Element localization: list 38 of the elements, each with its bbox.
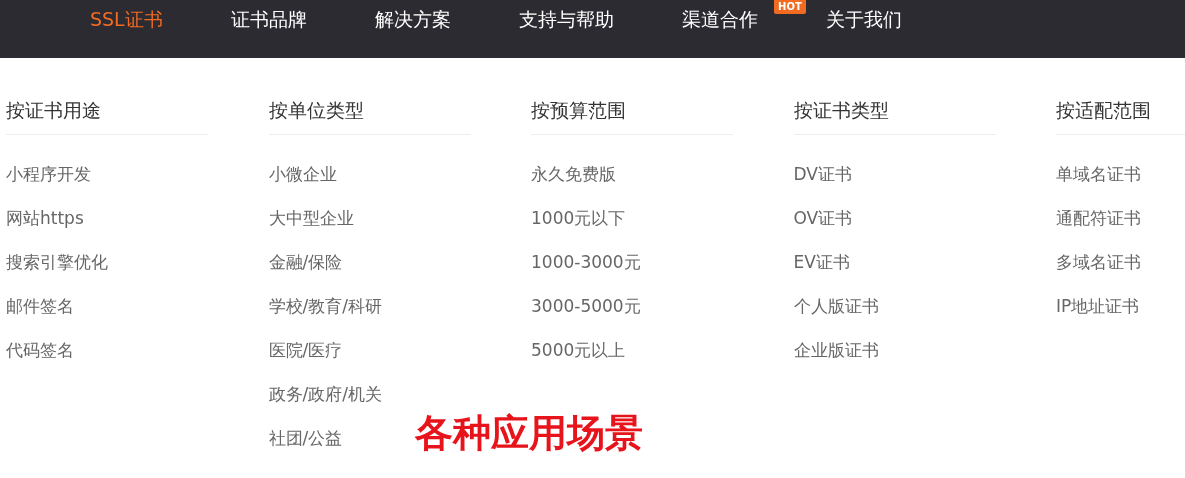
menu-link[interactable]: 金融/保险 [268,251,343,273]
column-heading: 按证书类型 [793,98,996,135]
menu-link[interactable]: 代码签名 [6,339,74,361]
nav-link[interactable]: 支持与帮助 [518,0,614,29]
menu-link[interactable]: 社团/公益 [268,427,343,449]
menu-link[interactable]: 1000元以下 [531,207,626,229]
menu-link[interactable]: 个人版证书 [793,295,879,317]
menu-link[interactable]: 5000元以上 [531,339,626,361]
nav-link[interactable]: SSL证书 [90,0,163,29]
column-heading: 按单位类型 [268,98,471,135]
menu-link[interactable]: 搜索引擎优化 [6,251,108,273]
column-heading: 按适配范围 [1056,98,1185,135]
menu-link[interactable]: 学校/教育/科研 [268,295,382,317]
menu-link[interactable]: 单域名证书 [1056,163,1141,185]
nav-link[interactable]: 证书品牌 [230,0,307,29]
menu-link[interactable]: 1000-3000元 [531,251,641,273]
menu-link[interactable]: 小程序开发 [6,163,91,185]
menu-link[interactable]: 小微企业 [268,163,337,185]
nav-link[interactable]: 关于我们 [825,0,902,29]
column-heading: 按证书用途 [6,98,208,135]
column-heading: 按预算范围 [531,98,733,135]
nav-link[interactable]: 解决方案 [374,0,451,29]
annotation-text: 各种应用场景 [415,409,643,457]
menu-link[interactable]: 多域名证书 [1056,251,1141,273]
menu-link[interactable]: 医院/医疗 [268,339,343,361]
menu-link[interactable]: 政务/政府/机关 [268,383,382,405]
menu-link[interactable]: 3000-5000元 [531,295,641,317]
menu-link[interactable]: 通配符证书 [1056,207,1141,229]
menu-link[interactable]: DV证书 [793,163,852,185]
menu-link[interactable]: 企业版证书 [793,339,879,361]
menu-link[interactable]: OV证书 [793,207,853,229]
menu-link[interactable]: 永久免费版 [531,163,616,185]
menu-link[interactable]: 大中型企业 [268,207,354,229]
menu-link[interactable]: EV证书 [793,251,850,273]
menu-link[interactable]: 网站https [6,207,84,229]
menu-link[interactable]: 邮件签名 [6,295,74,317]
menu-link[interactable]: IP地址证书 [1056,295,1140,317]
hot-badge: HOT [774,0,806,14]
